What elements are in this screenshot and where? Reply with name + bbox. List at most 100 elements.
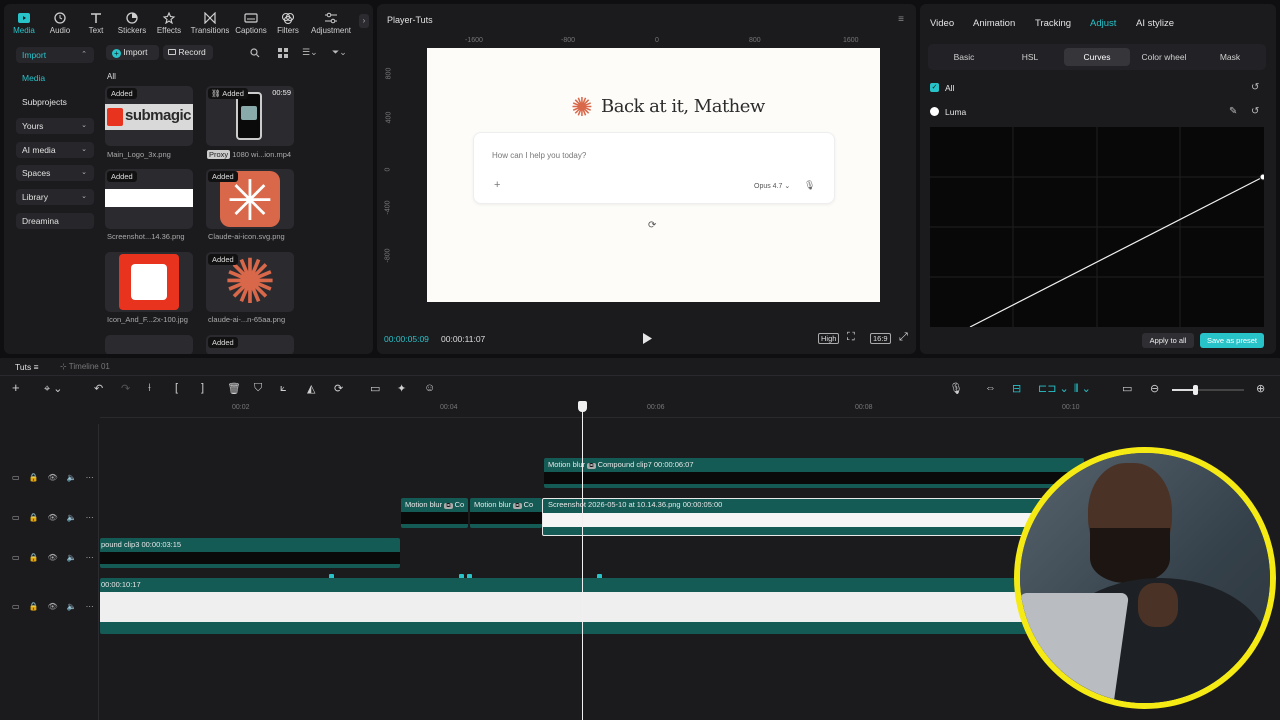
zoom-slider-track[interactable] [1172, 385, 1244, 395]
media-item-icon-and-font[interactable] [105, 252, 193, 312]
media-item-video[interactable]: ⛓ Added 00:59 [206, 86, 294, 146]
toolbar-media[interactable]: Media [4, 12, 44, 35]
toolbar-text[interactable]: Text [76, 12, 116, 35]
toolbar-audio[interactable]: Audio [40, 12, 80, 35]
track-controls[interactable]: ▭ 🔒 👁 🔈 ⋯ [12, 510, 96, 524]
link-clips-icon[interactable]: ⇔ [985, 382, 996, 394]
zoom-slider-handle[interactable] [1193, 385, 1198, 395]
more-icon: ⋯ [85, 512, 94, 522]
tab-ai-stylize[interactable]: AI stylize [1136, 18, 1174, 29]
subtab-curves[interactable]: Curves [1064, 48, 1130, 66]
magic-icon[interactable]: ✦ [397, 382, 406, 395]
sidebar-item-ai-media[interactable]: AI media ⌄ [16, 142, 94, 158]
search-icon[interactable] [250, 48, 260, 58]
eyedropper-icon[interactable]: ✎ [1229, 106, 1237, 117]
reset-icon[interactable]: ↺ [1251, 106, 1259, 117]
curve-handle[interactable] [1259, 173, 1264, 181]
toolbar-captions[interactable]: Captions [231, 12, 271, 35]
subtab-basic[interactable]: Basic [932, 48, 996, 66]
timeline-tab[interactable]: ⊹ Timeline 01 [60, 362, 110, 371]
rotate-icon[interactable]: ⟳ [334, 382, 343, 395]
toolbar-filters[interactable]: Filters [268, 12, 308, 35]
grid-view-icon[interactable] [278, 48, 288, 58]
import-button[interactable]: + Import [106, 45, 159, 60]
ratio-button[interactable]: 16:9 [870, 333, 891, 344]
undo-icon[interactable]: ↶ [94, 382, 103, 395]
person-icon[interactable]: ☺ [424, 382, 435, 394]
preview-axis-icon[interactable]: ⫴ ⌄ [1074, 382, 1091, 396]
playhead[interactable] [582, 401, 583, 720]
select-tool-icon[interactable]: ⌖ ⌄ [44, 382, 62, 396]
toolbar-more-button[interactable]: › [359, 14, 369, 28]
add-track-icon[interactable]: + [12, 380, 20, 395]
trim-right-icon[interactable]: ] [201, 382, 204, 394]
media-item-claude-starburst[interactable]: ✺ Added [206, 252, 294, 312]
captions-icon [244, 13, 258, 23]
playhead-handle[interactable] [578, 401, 587, 412]
crop-icon[interactable]: ⟀ [280, 382, 287, 395]
preview-canvas[interactable]: ✺ Back at it, Mathew How can I help you … [427, 48, 880, 302]
filters-icon [281, 12, 295, 24]
play-button[interactable] [642, 333, 652, 344]
channel-all-checkbox[interactable]: ✓ [930, 83, 939, 92]
media-item-partial[interactable]: Added [206, 335, 294, 354]
toolbar-transitions[interactable]: Transitions [190, 12, 230, 35]
sidebar-item-media[interactable]: Media [16, 70, 94, 86]
channel-luma-radio[interactable] [930, 107, 939, 116]
media-item-main-logo[interactable]: submagic Added [105, 86, 193, 146]
clip-main-track[interactable] [100, 578, 1100, 634]
sidebar-item-dreamina[interactable]: Dreamina [16, 213, 94, 229]
record-button[interactable]: Record [163, 45, 213, 60]
freeze-icon[interactable]: ▭ [370, 382, 380, 395]
sidebar-item-subprojects[interactable]: Subprojects [16, 94, 94, 110]
shield-icon[interactable]: ⛉ [254, 382, 262, 395]
curve-graph[interactable] [930, 127, 1264, 327]
sort-icon[interactable]: ☰⌄ [302, 47, 318, 58]
trim-left-icon[interactable]: [ [175, 382, 178, 394]
track-controls[interactable]: ▭ 🔒 👁 🔈 ⋯ [12, 470, 96, 484]
toolbar-effects[interactable]: Effects [149, 12, 189, 35]
track-controls[interactable]: ▭ 🔒 👁 🔈 ⋯ [12, 599, 96, 613]
magnet-icon[interactable]: ⊟ [1012, 382, 1021, 395]
subtab-color-wheel[interactable]: Color wheel [1132, 48, 1196, 66]
subtab-mask[interactable]: Mask [1198, 48, 1262, 66]
sidebar-item-import[interactable]: Import ⌃ [16, 47, 94, 63]
menu-icon[interactable]: ≡ [898, 14, 904, 25]
delete-icon[interactable]: 🗑 [227, 382, 241, 395]
tab-animation[interactable]: Animation [973, 18, 1015, 29]
track-controls[interactable]: ▭ 🔒 👁 🔈 ⋯ [12, 550, 96, 564]
media-item-partial[interactable] [105, 335, 193, 354]
zoom-out-icon[interactable]: ⊖ [1150, 382, 1159, 395]
caption-icon[interactable]: ▭ [1122, 382, 1132, 395]
toolbar-adjustment[interactable]: Adjustment [309, 12, 353, 35]
subtab-hsl[interactable]: HSL [998, 48, 1062, 66]
redo-icon[interactable]: ↷ [121, 382, 130, 395]
mirror-icon[interactable]: ◭ [307, 382, 315, 395]
snap-icon[interactable]: ⊏⊐ ⌄ [1038, 382, 1069, 395]
media-item-screenshot[interactable]: Added [105, 169, 193, 229]
apply-to-all-button[interactable]: Apply to all [1142, 333, 1194, 348]
tab-adjust[interactable]: Adjust [1090, 18, 1116, 29]
chevron-down-icon: ⌄ [81, 146, 87, 153]
prompt-box[interactable]: How can I help you today? + Opus 4.7 ⌄ 🎙 [473, 132, 835, 204]
tab-video[interactable]: Video [930, 18, 954, 29]
split-icon[interactable]: ⟊ [148, 382, 151, 395]
tab-tracking[interactable]: Tracking [1035, 18, 1071, 29]
sidebar-item-spaces[interactable]: Spaces ⌄ [16, 165, 94, 181]
media-item-claude-icon[interactable]: ✳ Added [206, 169, 294, 229]
toolbar-label: Transitions [190, 26, 230, 35]
filter-all-label[interactable]: All [107, 72, 116, 81]
fit-icon[interactable]: ⛶ [847, 331, 855, 344]
zoom-in-icon[interactable]: ⊕ [1256, 382, 1265, 395]
person-beard [1090, 528, 1170, 583]
filter-icon[interactable]: ⏷⌄ [332, 47, 347, 58]
project-tab[interactable]: Tuts ≡ [15, 362, 39, 372]
toolbar-stickers[interactable]: Stickers [112, 12, 152, 35]
reset-icon[interactable]: ↺ [1251, 82, 1259, 93]
sidebar-item-library[interactable]: Library ⌄ [16, 189, 94, 205]
mic-record-icon[interactable]: 🎙 [949, 382, 963, 395]
sidebar-item-yours[interactable]: Yours ⌄ [16, 118, 94, 134]
fullscreen-icon[interactable]: ⤢ [899, 331, 908, 344]
save-as-preset-button[interactable]: Save as preset [1200, 333, 1264, 348]
quality-button[interactable]: High [818, 333, 840, 344]
